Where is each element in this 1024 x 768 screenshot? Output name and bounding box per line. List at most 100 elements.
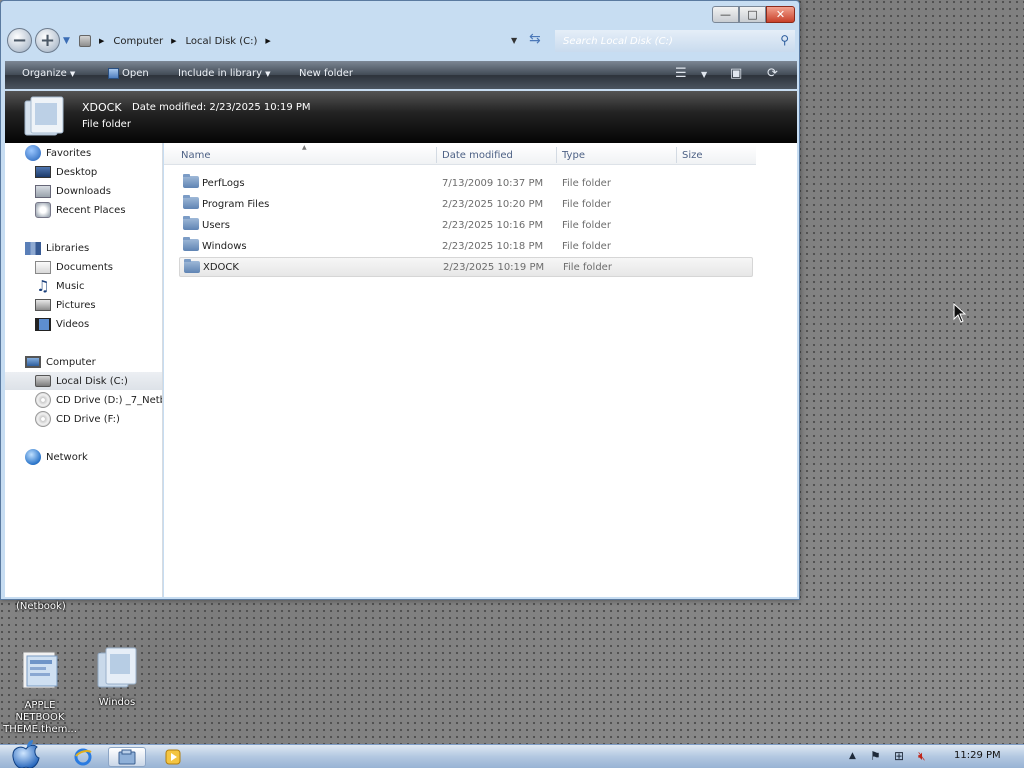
file-name: Program Files — [202, 198, 270, 210]
column-size[interactable]: Size — [682, 150, 703, 161]
organize-button[interactable]: Organize ▼ — [22, 68, 75, 79]
new-folder-button[interactable]: New folder — [299, 68, 353, 79]
desktop-icon-windos[interactable]: Windos — [77, 645, 157, 709]
maximize-button[interactable]: □ — [739, 6, 766, 23]
help-icon[interactable]: ⟳ — [767, 66, 778, 81]
address-dropdown-icon[interactable]: ▼ — [511, 36, 517, 45]
nav-videos-label: Videos — [56, 318, 90, 330]
theme-file-label-line2: THEME.them... — [3, 724, 77, 735]
folder-icon — [183, 195, 199, 209]
file-date: 7/13/2009 10:37 PM — [442, 177, 544, 189]
column-type[interactable]: Type — [562, 150, 585, 161]
file-type: File folder — [563, 261, 612, 273]
nav-favorites[interactable]: Favorites — [25, 144, 91, 162]
refresh-icon[interactable]: ⇆ — [529, 31, 541, 47]
file-row-program-files[interactable]: Program Files 2/23/2025 10:20 PM File fo… — [179, 194, 753, 214]
open-button[interactable]: Open — [108, 68, 149, 79]
nav-music-label: Music — [56, 280, 85, 292]
recent-places-icon — [35, 202, 51, 218]
nav-cd-drive-d[interactable]: CD Drive (D:) _7_Netbo — [35, 391, 162, 409]
nav-network-label: Network — [46, 451, 88, 463]
nav-libraries[interactable]: Libraries — [25, 239, 89, 257]
volume-muted-icon[interactable]: 🔇︎ — [918, 749, 926, 764]
theme-file-label-line1: APPLE NETBOOK — [15, 700, 65, 723]
column-date-modified[interactable]: Date modified — [442, 150, 513, 161]
search-icon[interactable]: ⚲ — [780, 33, 789, 47]
new-folder-label: New folder — [299, 68, 354, 79]
taskbar-clock[interactable]: 11:29 PM — [954, 750, 1001, 761]
pictures-camera-icon — [35, 299, 51, 311]
file-type: File folder — [562, 219, 611, 231]
address-row: − + ▼ ▶ Computer ▶ Local Disk (C:) ▶ ▼ ⇆… — [5, 27, 795, 55]
caption-buttons: — □ ✕ — [712, 6, 795, 23]
forward-button[interactable]: + — [35, 28, 60, 53]
nav-favorites-label: Favorites — [46, 147, 92, 159]
selected-item-type: File folder — [82, 119, 131, 130]
selected-item-name: XDOCK — [82, 101, 122, 114]
column-name[interactable]: Name — [181, 150, 211, 161]
nav-downloads[interactable]: Downloads — [35, 182, 111, 200]
nav-videos[interactable]: Videos — [35, 315, 89, 333]
nav-local-disk[interactable]: Local Disk (C:) — [5, 372, 162, 390]
include-in-library-button[interactable]: Include in library ▼ — [178, 68, 270, 79]
file-row-perflogs[interactable]: PerfLogs 7/13/2009 10:37 PM File folder — [179, 173, 753, 193]
explorer-folder-icon — [118, 749, 136, 765]
recent-pages-dropdown[interactable]: ▼ — [63, 36, 70, 46]
nav-recent-places[interactable]: Recent Places — [35, 201, 126, 219]
nav-computer[interactable]: Computer — [25, 353, 96, 371]
desktop-icon — [35, 166, 51, 178]
taskbar-explorer[interactable] — [108, 747, 146, 767]
action-center-flag-icon[interactable]: ⚑ — [870, 749, 881, 763]
column-divider[interactable] — [676, 147, 677, 163]
file-date: 2/23/2025 10:20 PM — [442, 198, 544, 210]
network-tray-icon[interactable]: ⊞ — [894, 749, 904, 763]
open-icon — [108, 68, 119, 79]
taskbar-ie[interactable] — [64, 747, 102, 767]
nav-music[interactable]: ♫ Music — [35, 277, 84, 295]
back-button[interactable]: − — [7, 28, 32, 53]
nav-network[interactable]: Network — [25, 448, 88, 466]
nav-pictures[interactable]: Pictures — [35, 296, 96, 314]
breadcrumb[interactable]: ▶ Computer ▶ Local Disk (C:) ▶ — [79, 30, 545, 52]
sort-ascending-icon: ▲ — [302, 144, 307, 151]
taskbar-media-player[interactable] — [154, 747, 192, 767]
theme-file-icon — [22, 651, 58, 689]
file-row-xdock[interactable]: XDOCK 2/23/2025 10:19 PM File folder — [179, 257, 753, 277]
column-divider[interactable] — [436, 147, 437, 163]
apple-start-button-icon[interactable] — [6, 739, 46, 768]
column-divider[interactable] — [556, 147, 557, 163]
file-type: File folder — [562, 198, 611, 210]
close-button[interactable]: ✕ — [766, 6, 795, 23]
file-name: XDOCK — [203, 261, 239, 273]
file-row-users[interactable]: Users 2/23/2025 10:16 PM File folder — [179, 215, 753, 235]
minimize-button[interactable]: — — [712, 6, 739, 23]
search-input[interactable] — [563, 35, 763, 47]
include-label: Include in library — [178, 68, 263, 79]
desktop-icon-label[interactable]: (Netbook) — [16, 601, 66, 612]
folder-large-icon — [24, 96, 64, 136]
cd-drive-icon — [35, 392, 51, 408]
preview-pane-icon[interactable]: ▣ — [730, 66, 742, 81]
caret-down-icon: ▼ — [69, 69, 76, 78]
organize-label: Organize — [22, 68, 67, 79]
chevron-right-icon[interactable]: ▶ — [99, 37, 104, 45]
selected-item-modified: Date modified: 2/23/2025 10:19 PM — [132, 102, 311, 113]
drive-icon — [79, 35, 91, 47]
breadcrumb-local-disk[interactable]: Local Disk (C:) — [186, 36, 258, 47]
desktop-icon-theme-file[interactable]: APPLE NETBOOK THEME.them... — [0, 648, 80, 736]
breadcrumb-computer[interactable]: Computer — [113, 36, 163, 47]
nav-desktop[interactable]: Desktop — [35, 163, 97, 181]
view-options-icon[interactable]: ☰ — [675, 66, 687, 81]
file-type: File folder — [562, 240, 611, 252]
show-hidden-icons-chevron-icon[interactable]: ▲ — [849, 751, 856, 761]
file-name: Users — [202, 219, 231, 231]
file-name: Windows — [202, 240, 247, 252]
nav-recent-label: Recent Places — [56, 204, 126, 216]
nav-documents[interactable]: Documents — [35, 258, 113, 276]
chevron-right-icon[interactable]: ▶ — [265, 37, 270, 45]
view-dropdown-icon[interactable]: ▼ — [701, 70, 707, 79]
mouse-cursor-icon — [953, 303, 967, 323]
nav-cd-drive-f[interactable]: CD Drive (F:) — [35, 410, 120, 428]
file-row-windows[interactable]: Windows 2/23/2025 10:18 PM File folder — [179, 236, 753, 256]
chevron-right-icon[interactable]: ▶ — [171, 37, 176, 45]
